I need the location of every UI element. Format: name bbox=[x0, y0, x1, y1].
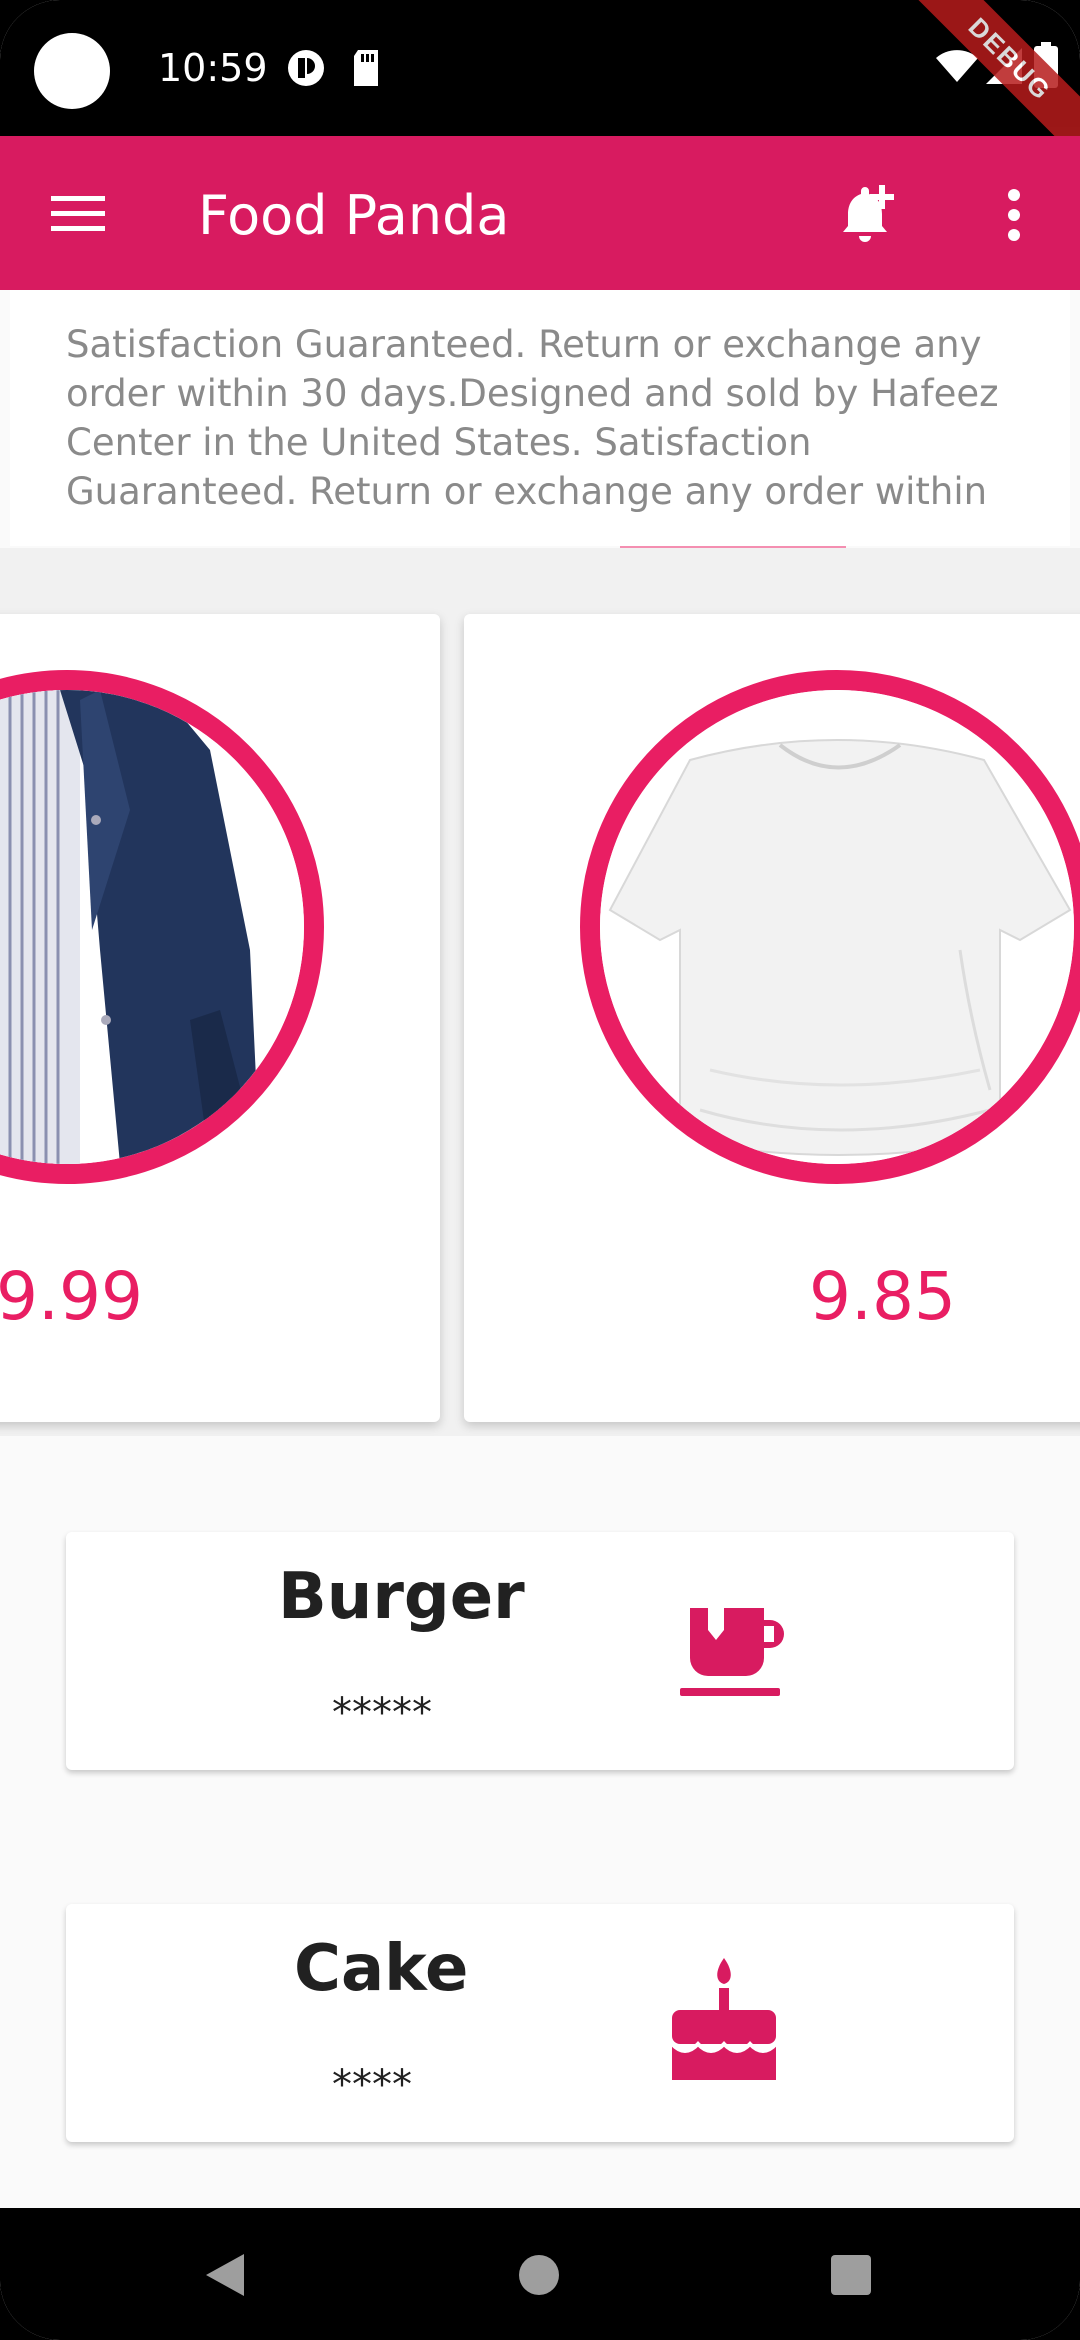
product-card-jacket[interactable]: 9.99 bbox=[0, 614, 440, 1422]
more-vert-icon bbox=[1008, 189, 1020, 241]
menu-button[interactable] bbox=[30, 176, 126, 252]
product-image-jacket bbox=[0, 670, 324, 1184]
product-carousel[interactable]: 9.99 9.85 bbox=[0, 548, 1080, 1436]
category-item-burger[interactable]: Burger ***** bbox=[66, 1532, 1014, 1770]
status-time: 10:59 bbox=[158, 46, 268, 90]
product-price-tshirt: 9.85 bbox=[809, 1258, 956, 1335]
description-text: Satisfaction Guaranteed. Return or excha… bbox=[66, 323, 999, 513]
more-options-button[interactable] bbox=[982, 170, 1046, 260]
notification-app-icon bbox=[288, 50, 324, 86]
tshirt-image bbox=[600, 690, 1074, 1164]
nav-home-icon[interactable] bbox=[518, 2254, 560, 2296]
system-navigation-bar bbox=[0, 2208, 1080, 2340]
camera-cutout bbox=[34, 33, 110, 109]
description-panel: Satisfaction Guaranteed. Return or excha… bbox=[10, 290, 1070, 546]
category-rating-burger: ***** bbox=[332, 1690, 432, 1736]
product-card-tshirt[interactable]: 9.85 bbox=[464, 614, 1080, 1422]
product-image-tshirt bbox=[580, 670, 1080, 1184]
category-rating-cake: **** bbox=[332, 2062, 412, 2108]
nav-recents-icon[interactable] bbox=[830, 2254, 872, 2296]
nav-back-icon[interactable] bbox=[204, 2252, 246, 2298]
app-screen: 10:59 DEBUG Food Panda Satisfaction Guar… bbox=[0, 0, 1080, 2340]
product-price-jacket: 9.99 bbox=[0, 1258, 143, 1335]
sd-card-icon bbox=[354, 50, 378, 86]
hamburger-menu-icon bbox=[51, 196, 105, 231]
category-title-cake: Cake bbox=[294, 1932, 469, 2006]
app-title: Food Panda bbox=[198, 184, 510, 247]
coffee-cup-icon bbox=[680, 1608, 784, 1696]
cake-icon bbox=[670, 1958, 778, 2080]
category-title-burger: Burger bbox=[278, 1560, 525, 1634]
status-bar: 10:59 DEBUG bbox=[0, 0, 1080, 168]
add-alert-button[interactable] bbox=[822, 170, 912, 260]
add-alert-bell-icon bbox=[843, 185, 894, 242]
app-bar: Food Panda bbox=[0, 136, 1080, 290]
jacket-image bbox=[0, 690, 304, 1164]
category-item-cake[interactable]: Cake **** bbox=[66, 1904, 1014, 2142]
